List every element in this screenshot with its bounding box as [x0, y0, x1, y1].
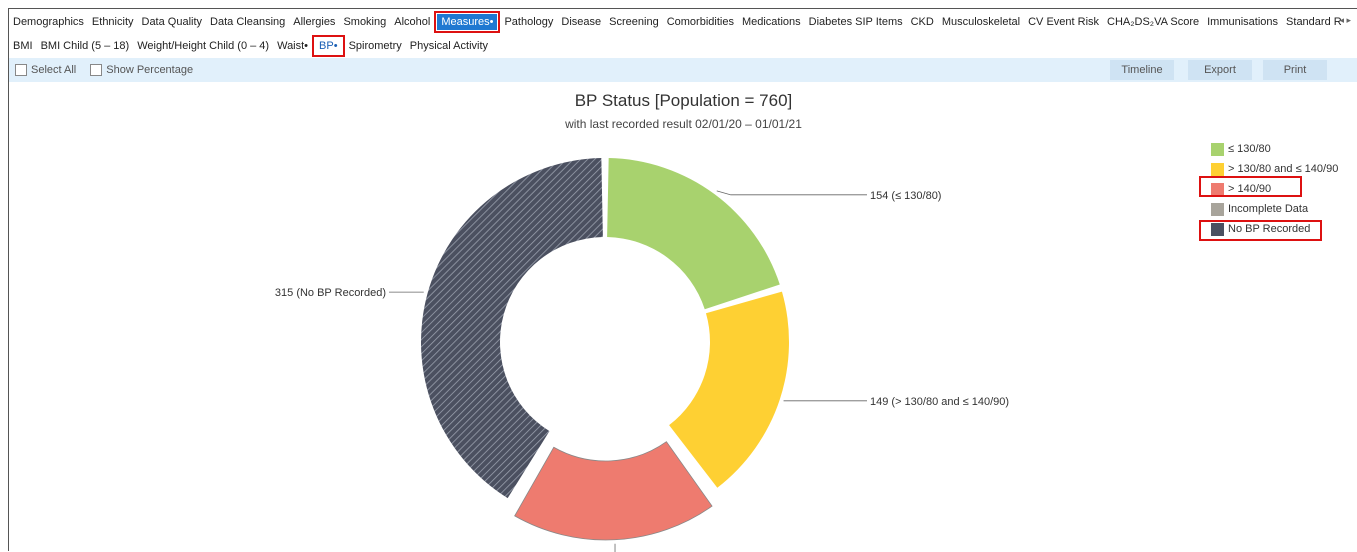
donut-chart: 154 (≤ 130/80) 149 (> 130/80 and ≤ 140/90…: [275, 158, 1009, 552]
donut-slice[interactable]: [421, 158, 603, 499]
legend-label: ≤ 130/80: [1228, 143, 1271, 155]
legend-swatch: [1211, 202, 1224, 216]
data-label: 154 (≤ 130/80): [870, 190, 941, 202]
leader-line: [716, 190, 867, 196]
highlight-box-over-140: [1199, 176, 1302, 197]
donut-slice[interactable]: [607, 158, 780, 310]
legend-item[interactable]: ≤ 130/80: [1211, 139, 1338, 159]
legend-item[interactable]: Incomplete Data: [1211, 199, 1338, 219]
data-label: 315 (No BP Recorded): [275, 287, 386, 299]
donut-slice[interactable]: [669, 291, 789, 488]
app-frame: Demographics Ethnicity Data Quality Data Cl…: [8, 8, 1357, 552]
legend-label: > 130/80 and ≤ 140/90: [1228, 163, 1339, 175]
highlight-box-no-bp: [1199, 220, 1322, 241]
legend-swatch: [1211, 142, 1224, 156]
legend-swatch: [1211, 162, 1224, 176]
legend-label: Incomplete Data: [1228, 203, 1309, 215]
donut-slice[interactable]: [514, 441, 713, 541]
data-label: 149 (> 130/80 and ≤ 140/90): [870, 396, 1009, 408]
